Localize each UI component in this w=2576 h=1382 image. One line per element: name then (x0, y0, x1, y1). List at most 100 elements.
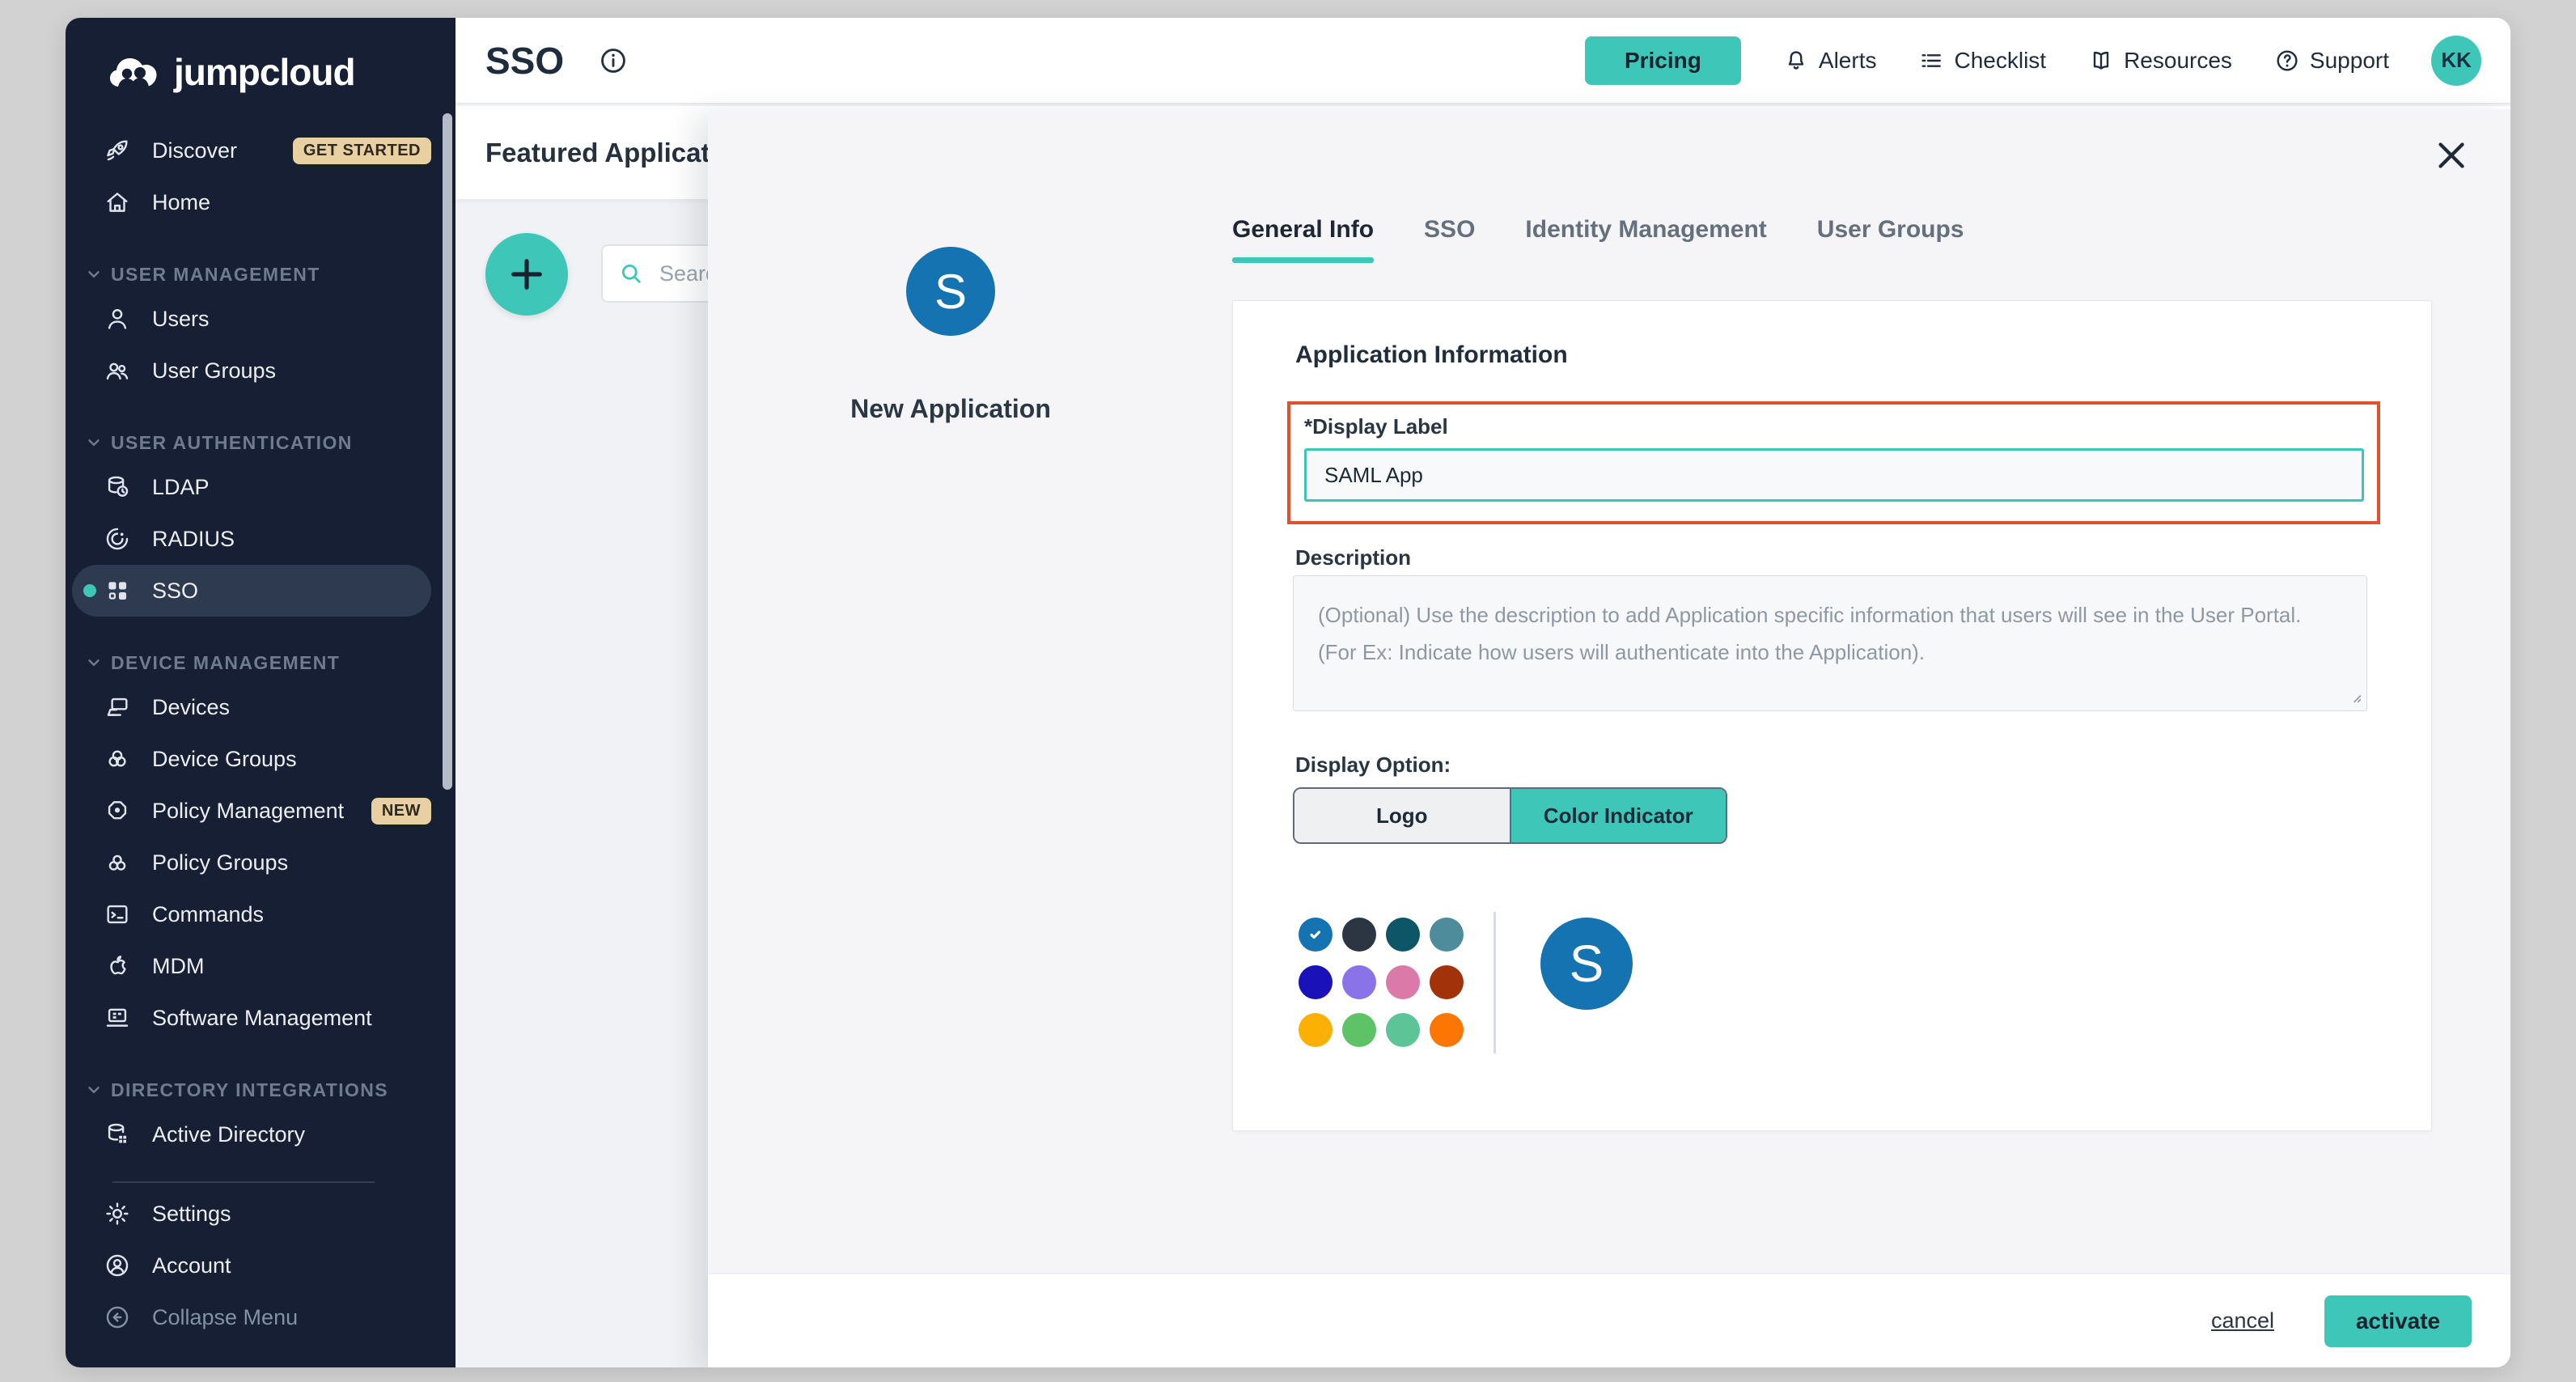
swatch-preview-divider (1493, 912, 1496, 1053)
sidebar-item-label: Software Management (152, 1006, 372, 1031)
sidebar-divider (112, 1181, 375, 1183)
sidebar-item-label: Device Groups (152, 747, 297, 772)
venn-icon (104, 745, 131, 773)
sidebar-item-devices[interactable]: Devices (72, 681, 431, 733)
new-application-modal: S New Application General Info SSO Ident… (708, 109, 2510, 1367)
sidebar-item-ldap[interactable]: LDAP (72, 461, 431, 513)
close-icon[interactable] (2430, 134, 2473, 177)
get-started-badge: GET STARTED (293, 138, 431, 164)
sidebar-item-mdm[interactable]: MDM (72, 940, 431, 992)
sidebar-item-label: MDM (152, 954, 204, 979)
sidebar-item-discover[interactable]: Discover GET STARTED (72, 125, 431, 176)
home-icon (104, 189, 131, 216)
user-avatar[interactable]: KK (2431, 36, 2481, 86)
sidebar-item-label: Home (152, 190, 210, 215)
sidebar-item-label: LDAP (152, 475, 210, 500)
application-summary: S New Application (829, 247, 1072, 424)
tab-user-groups[interactable]: User Groups (1817, 216, 1964, 288)
sidebar-item-active-directory[interactable]: Active Directory (72, 1109, 431, 1160)
chevron-down-icon (85, 1081, 103, 1099)
pricing-button[interactable]: Pricing (1585, 36, 1741, 85)
cancel-button[interactable]: cancel (2211, 1308, 2274, 1333)
checklist-button[interactable]: Checklist (1918, 48, 2046, 74)
database-clock-icon (104, 473, 131, 501)
sidebar-item-home[interactable]: Home (72, 176, 431, 228)
sidebar: jumpcloud Discover GET STARTED (66, 18, 455, 1367)
software-icon (104, 1004, 131, 1032)
sidebar-item-label: SSO (152, 579, 198, 604)
description-textarea[interactable] (1293, 575, 2367, 711)
alerts-button[interactable]: Alerts (1783, 48, 1877, 74)
sidebar-section-user-management[interactable]: USER MANAGEMENT (66, 256, 455, 293)
account-icon (104, 1252, 131, 1279)
grid-icon (104, 577, 131, 604)
sidebar-item-settings[interactable]: Settings (72, 1188, 431, 1240)
sidebar-item-collapse-menu[interactable]: Collapse Menu (72, 1291, 431, 1343)
tab-label: SSO (1424, 216, 1475, 243)
sidebar-item-sso[interactable]: SSO (72, 565, 431, 617)
apple-icon (104, 952, 131, 980)
display-option-toggle: Logo Color Indicator (1293, 787, 1727, 844)
color-swatch[interactable] (1386, 1013, 1420, 1047)
topbar-actions: Pricing Alerts Checklist (1585, 36, 2481, 86)
color-swatch[interactable] (1342, 918, 1376, 952)
devices-icon (104, 693, 131, 721)
color-swatch[interactable] (1386, 918, 1420, 952)
description-label: Description (1295, 545, 1411, 570)
color-swatch[interactable] (1430, 1013, 1464, 1047)
tab-sso[interactable]: SSO (1424, 216, 1475, 288)
user-icon (104, 305, 131, 333)
color-swatch[interactable] (1299, 965, 1332, 999)
sidebar-item-label: Commands (152, 902, 264, 927)
chevron-down-icon (85, 265, 103, 283)
application-name: New Application (829, 394, 1072, 424)
color-swatch[interactable] (1342, 1013, 1376, 1047)
sidebar-item-radius[interactable]: RADIUS (72, 513, 431, 565)
application-avatar: S (906, 247, 995, 336)
color-indicator-segment-button[interactable]: Color Indicator (1510, 789, 1727, 842)
sidebar-item-policy-management[interactable]: Policy Management NEW (72, 785, 431, 837)
activate-button[interactable]: activate (2324, 1295, 2472, 1347)
tab-label: Identity Management (1525, 216, 1766, 243)
active-directory-icon (104, 1121, 131, 1148)
page-title: SSO (485, 39, 564, 83)
sidebar-item-label: User Groups (152, 358, 276, 384)
sidebar-item-label: Devices (152, 695, 230, 720)
resources-button[interactable]: Resources (2088, 48, 2232, 74)
add-application-button[interactable] (485, 233, 568, 316)
sidebar-section-user-authentication[interactable]: USER AUTHENTICATION (66, 424, 455, 461)
color-swatch-selected[interactable] (1299, 918, 1332, 952)
sidebar-item-commands[interactable]: Commands (72, 888, 431, 940)
sidebar-item-users[interactable]: Users (72, 293, 431, 345)
checklist-icon (1918, 48, 1944, 74)
tab-general-info[interactable]: General Info (1232, 216, 1374, 288)
sidebar-item-policy-groups[interactable]: Policy Groups (72, 837, 431, 888)
collapse-icon (104, 1304, 131, 1331)
bell-icon (1783, 48, 1809, 74)
sidebar-item-label: Collapse Menu (152, 1305, 298, 1330)
sidebar-item-label: Settings (152, 1202, 231, 1227)
sidebar-item-user-groups[interactable]: User Groups (72, 345, 431, 396)
color-swatch[interactable] (1299, 1013, 1332, 1047)
jumpcloud-logo[interactable]: jumpcloud (66, 18, 455, 117)
sidebar-item-account[interactable]: Account (72, 1240, 431, 1291)
support-label: Support (2310, 48, 2389, 74)
display-option-label: Display Option: (1295, 752, 1451, 778)
sidebar-section-device-management[interactable]: DEVICE MANAGEMENT (66, 644, 455, 681)
display-label-input[interactable] (1304, 448, 2364, 502)
info-icon[interactable] (598, 45, 629, 76)
support-button[interactable]: Support (2274, 48, 2389, 74)
sidebar-section-directory-integrations[interactable]: DIRECTORY INTEGRATIONS (66, 1071, 455, 1109)
color-swatch[interactable] (1430, 918, 1464, 952)
sidebar-item-device-groups[interactable]: Device Groups (72, 733, 431, 785)
sidebar-item-software-management[interactable]: Software Management (72, 992, 431, 1044)
color-swatch[interactable] (1430, 965, 1464, 999)
section-label: DEVICE MANAGEMENT (111, 652, 340, 674)
sidebar-scrollbar[interactable] (443, 113, 452, 790)
color-swatch[interactable] (1386, 965, 1420, 999)
color-swatch[interactable] (1342, 965, 1376, 999)
topbar: SSO Pricing Alerts (455, 18, 2510, 104)
logo-segment-button[interactable]: Logo (1294, 789, 1510, 842)
sidebar-item-label: Discover (152, 138, 237, 163)
tab-identity-management[interactable]: Identity Management (1525, 216, 1766, 288)
